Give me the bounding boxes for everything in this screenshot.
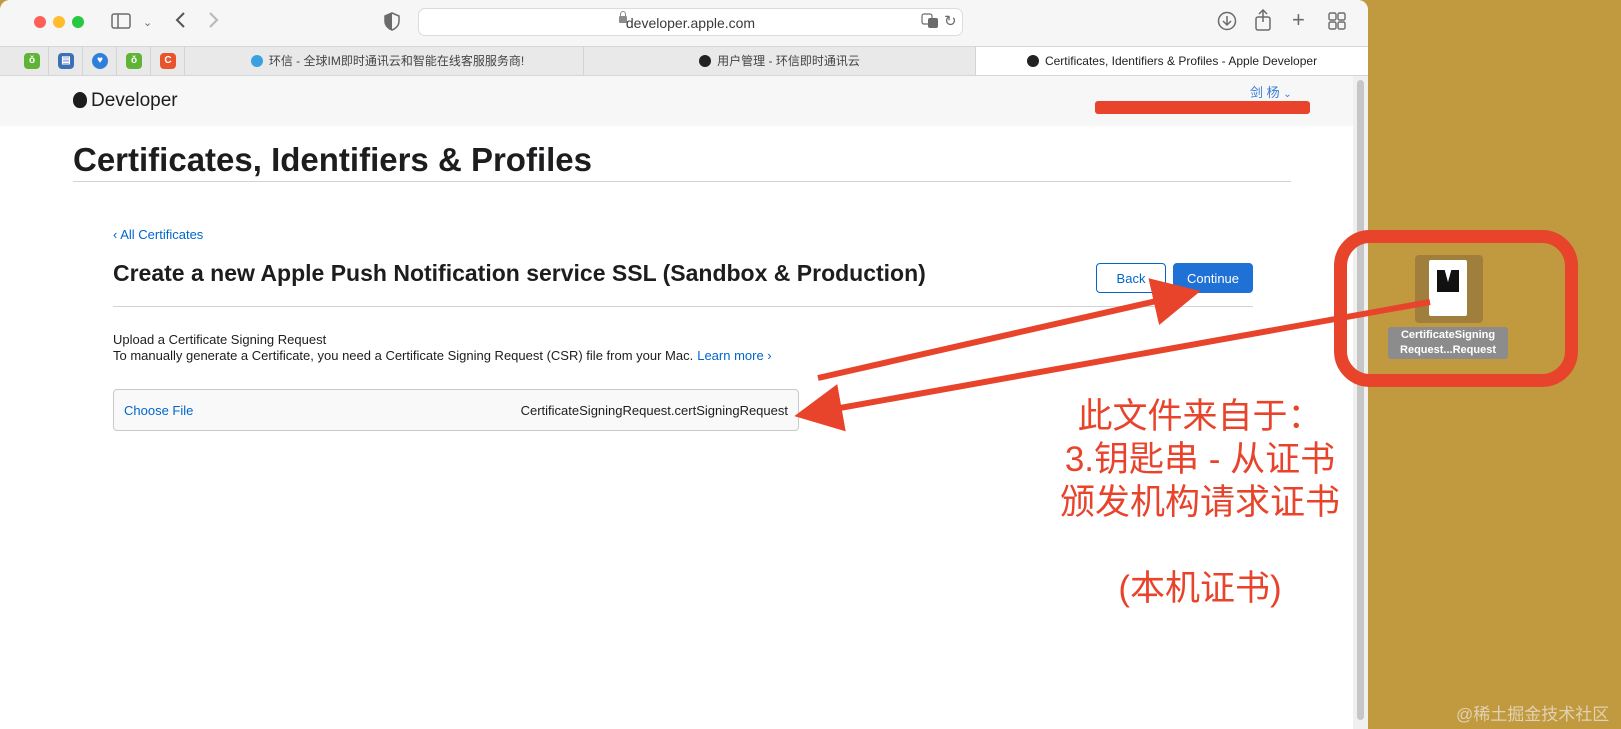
- file-label-line: Request...Request: [1400, 344, 1496, 356]
- browser-window: ⌄ developer.apple.com ↻ + ǒ ▤ ♥ ǒ C 环信 -…: [0, 0, 1368, 729]
- annotation-line: 颁发机构请求证书: [1059, 483, 1340, 522]
- upload-description-text: To manually generate a Certificate, you …: [113, 348, 694, 363]
- tab-apple-developer[interactable]: Certificates, Identifiers & Profiles - A…: [976, 47, 1368, 75]
- annotation-line: 3.钥匙串 - 从证书: [1064, 440, 1336, 479]
- annotation-line: 此文件来自于：: [1077, 397, 1323, 436]
- translate-icon[interactable]: [921, 13, 939, 35]
- zoom-window-button[interactable]: [72, 16, 84, 28]
- new-tab-plus-icon[interactable]: +: [1292, 9, 1305, 31]
- apple-favicon-icon: [1026, 55, 1039, 67]
- chevron-down-icon[interactable]: ⌄: [143, 13, 152, 33]
- huanxin-favicon-icon: [699, 55, 712, 67]
- csr-file-label[interactable]: CertificateSigning Request...Request: [1388, 327, 1508, 359]
- file-label-line: CertificateSigning: [1400, 329, 1496, 341]
- leaf-icon: ǒ: [24, 53, 40, 69]
- shield-icon: ♥: [92, 53, 108, 69]
- csr-file-icon[interactable]: [1415, 255, 1483, 323]
- page-title: Certificates, Identifiers & Profiles: [73, 141, 592, 178]
- share-icon[interactable]: [1254, 8, 1272, 35]
- divider: [73, 181, 1291, 182]
- back-button[interactable]: Back: [1096, 263, 1166, 293]
- downloads-icon[interactable]: [1217, 11, 1237, 35]
- learn-more-link[interactable]: Learn more ›: [697, 348, 771, 363]
- watermark: @稀土掘金技术社区: [1456, 705, 1610, 724]
- continue-button[interactable]: Continue: [1173, 263, 1253, 293]
- url-text: developer.apple.com: [625, 15, 756, 31]
- tab-label: 用户管理 - 环信即时通讯云: [717, 54, 860, 68]
- developer-logo[interactable]: Developer: [73, 90, 178, 112]
- browser-toolbar: ⌄ developer.apple.com ↻ +: [0, 0, 1368, 46]
- back-arrow-icon[interactable]: [174, 11, 186, 33]
- all-certificates-link[interactable]: ‹ All Certificates: [113, 227, 203, 242]
- annotation-note: (本机证书): [1118, 569, 1282, 608]
- privacy-shield-icon[interactable]: [384, 12, 400, 35]
- section-title: Create a new Apple Push Notification ser…: [113, 260, 926, 286]
- pinned-tab-2[interactable]: ▤: [49, 47, 83, 75]
- tab-label: Certificates, Identifiers & Profiles - A…: [1044, 54, 1318, 68]
- minimize-window-button[interactable]: [53, 16, 65, 28]
- annotation-text: 此文件来自于： 3.钥匙串 - 从证书 颁发机构请求证书 (本机证书): [1040, 395, 1360, 610]
- apple-logo-icon: [73, 92, 87, 108]
- tab-overview-icon[interactable]: [1328, 12, 1346, 34]
- pinned-tab-5[interactable]: C: [151, 47, 185, 75]
- file-upload-field[interactable]: Choose File CertificateSigningRequest.ce…: [113, 389, 799, 431]
- upload-description: To manually generate a Certificate, you …: [113, 348, 772, 363]
- forward-arrow-icon[interactable]: [208, 11, 220, 33]
- tab-label: 环信 - 全球IM即时通讯云和智能在线客服服务商!: [268, 54, 525, 68]
- divider: [113, 306, 1253, 307]
- tab-huanxin[interactable]: 环信 - 全球IM即时通讯云和智能在线客服服务商!: [192, 47, 584, 75]
- pinned-tab-3[interactable]: ♥: [83, 47, 117, 75]
- c-icon: C: [160, 53, 176, 69]
- chevron-down-icon: ⌄: [1283, 89, 1292, 100]
- selected-file-name: CertificateSigningRequest.certSigningReq…: [520, 403, 788, 418]
- reload-icon[interactable]: ↻: [944, 12, 957, 32]
- huanxin-favicon-icon: [250, 55, 263, 67]
- document-icon: [1429, 260, 1467, 316]
- address-bar[interactable]: developer.apple.com ↻: [418, 8, 963, 36]
- developer-header: Developer 剑 杨 ⌄: [0, 76, 1353, 126]
- tab-user-management[interactable]: 用户管理 - 环信即时通讯云: [584, 47, 976, 75]
- folder-icon: ▤: [58, 53, 74, 69]
- redaction-bar: [1095, 101, 1310, 114]
- tab-bar: ǒ ▤ ♥ ǒ C 环信 - 全球IM即时通讯云和智能在线客服服务商! 用户管理…: [0, 46, 1368, 76]
- developer-logo-text: Developer: [91, 90, 178, 111]
- sidebar-icon[interactable]: [111, 12, 131, 34]
- account-menu[interactable]: 剑 杨 ⌄: [1250, 82, 1292, 101]
- close-window-button[interactable]: [34, 16, 46, 28]
- choose-file-button[interactable]: Choose File: [124, 403, 193, 418]
- pinned-tab-4[interactable]: ǒ: [117, 47, 151, 75]
- leaf-icon: ǒ: [126, 53, 142, 69]
- upload-title: Upload a Certificate Signing Request: [113, 332, 327, 347]
- pinned-tab-1[interactable]: ǒ: [15, 47, 49, 75]
- account-name: 剑 杨: [1250, 85, 1280, 100]
